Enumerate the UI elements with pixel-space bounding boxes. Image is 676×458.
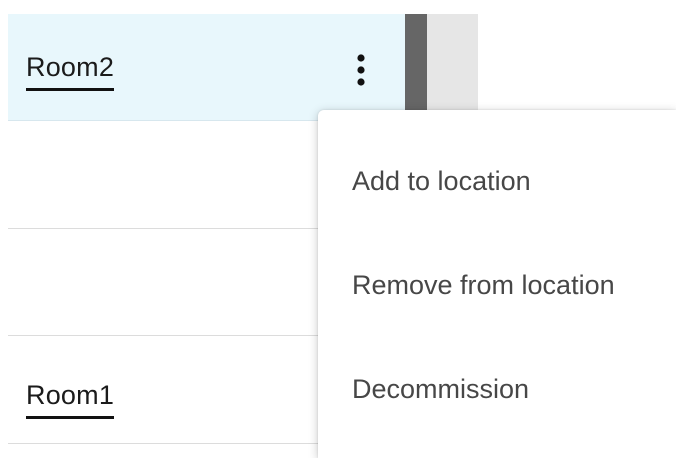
menu-item-label: Decommission <box>352 374 530 404</box>
room-link[interactable]: Room2 <box>26 54 115 91</box>
room-link[interactable]: Room1 <box>26 382 115 419</box>
menu-item-add-to-location[interactable]: Add to location <box>318 128 676 232</box>
menu-item-label: Remove from location <box>352 270 615 300</box>
more-vertical-icon <box>357 54 365 86</box>
list-row-room2[interactable]: Room2 <box>8 14 405 121</box>
screen: Room2 Room1 Add to location Remove from … <box>0 0 676 458</box>
menu-item-label: Add to location <box>352 166 531 196</box>
context-menu: Add to location Remove from location Dec… <box>318 110 676 458</box>
menu-item-remove-from-location[interactable]: Remove from location <box>318 232 676 336</box>
more-options-button[interactable] <box>348 50 374 90</box>
scrollbar-thumb[interactable] <box>405 14 427 122</box>
menu-item-decommission[interactable]: Decommission <box>318 336 676 440</box>
